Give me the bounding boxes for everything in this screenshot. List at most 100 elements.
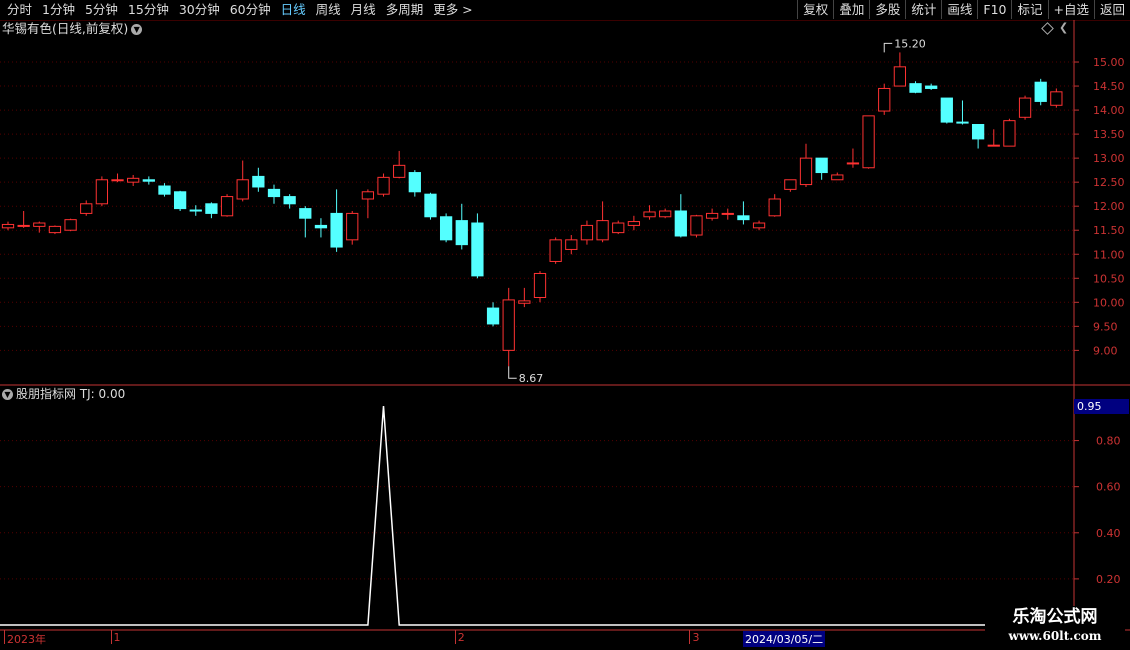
price-tick-label: 13.00 (1093, 152, 1125, 165)
candle-body-up (236, 179, 249, 200)
candle-body-down (815, 157, 828, 174)
indicator-title: ▼ 股朋指标网 TJ: 0.00 (2, 386, 125, 402)
price-tick-label: 12.50 (1093, 176, 1125, 189)
candle-body-up (64, 219, 77, 231)
candle-body-up (502, 299, 515, 351)
candle-body-down (189, 209, 202, 212)
price-tick-label: 12.00 (1093, 200, 1125, 213)
price-tick-label: 14.50 (1093, 80, 1125, 93)
candle-body-down (971, 124, 985, 140)
date-axis: 2024/03/05/二 2023年 1 2 3 (0, 630, 1130, 650)
indicator-tick-label: 0.80 (1096, 435, 1121, 448)
candle-body-up (33, 222, 46, 227)
price-tick-label: 14.00 (1093, 104, 1125, 117)
candle-body-up (346, 212, 359, 241)
watermark-line1: 乐淘公式网 (1012, 607, 1098, 627)
candle-body-up (659, 210, 672, 218)
date-axis-label: 1 (113, 631, 121, 644)
indicator-tick-label: 0.40 (1096, 527, 1121, 540)
date-axis-label: 2 (457, 631, 465, 644)
price-tick-label: 10.00 (1093, 296, 1125, 309)
candle-body-down (737, 215, 750, 221)
candle-body-up (533, 272, 547, 299)
date-axis-label: 2023年 (7, 633, 46, 646)
candle-body-up (831, 174, 844, 181)
candle-body-down (455, 220, 468, 246)
indicator-line (0, 405, 1057, 626)
candle-body-up (878, 87, 891, 112)
date-axis-tick (4, 630, 5, 644)
candle-body-down (205, 203, 218, 214)
candle-body-down (909, 83, 922, 93)
candle-body-down (940, 97, 953, 123)
price-tick-label: 10.50 (1093, 272, 1125, 285)
indicator-current-value: 0.95 (1074, 399, 1129, 414)
candle-body-down (314, 224, 328, 229)
candle-body-down (408, 172, 421, 193)
candle-body-up (768, 198, 781, 217)
candle-body-up (95, 179, 109, 205)
candle-body-up (799, 157, 813, 186)
candle-body-up (565, 239, 578, 250)
price-tick-label: 11.00 (1093, 248, 1125, 261)
indicator-title-text: 股朋指标网 TJ: 0.00 (16, 387, 126, 401)
candle-body-down (299, 208, 312, 219)
cursor-date: 2024/03/05/二 (743, 631, 826, 647)
candle-body-up (690, 215, 703, 236)
date-axis-tick (689, 630, 691, 644)
candle-body-up (1003, 120, 1016, 147)
candlestick-chart[interactable]: 15.00 14.50 14.00 13.50 13.00 12.50 12.00 11.50… (0, 0, 1130, 650)
price-annotation-label: 15.20 (894, 37, 926, 50)
price-tick-label: 13.50 (1093, 128, 1125, 141)
candle-body-up (752, 222, 766, 229)
candle-body-up (846, 162, 860, 165)
price-annotation-arrow (883, 42, 893, 53)
candle-body-up (549, 239, 562, 262)
candle-body-up (893, 66, 907, 87)
candle-body-down (1034, 81, 1047, 102)
date-axis-tick (110, 630, 112, 644)
candle-body-up (361, 191, 375, 200)
candle-body-up (127, 177, 140, 183)
candle-body-up (377, 176, 390, 195)
candle-body-down (252, 175, 265, 188)
candle-body-up (393, 164, 406, 178)
candle-body-up (1050, 91, 1063, 106)
price-annotation-arrow (508, 366, 517, 379)
candle-body-down (439, 216, 453, 241)
candle-body-up (48, 225, 62, 234)
candle-body-down (486, 307, 500, 325)
candle-body-up (596, 220, 609, 241)
indicator-tick-label: 0.60 (1096, 481, 1121, 494)
candle-body-down (267, 188, 281, 198)
candle-body-down (283, 196, 296, 205)
indicator-tick-label: 0.20 (1096, 573, 1121, 586)
candle-body-down (424, 193, 437, 218)
date-axis-tick (454, 630, 456, 644)
candle-body-down (956, 121, 969, 124)
candle-body-up (627, 221, 641, 226)
candle-body-up (1, 223, 15, 229)
candle-body-up (612, 222, 625, 234)
candle-body-up (987, 144, 1000, 147)
price-tick-label: 9.00 (1093, 344, 1118, 357)
candle-body-up (518, 300, 531, 304)
candle-body-up (111, 179, 124, 182)
candle-body-up (784, 179, 797, 190)
date-axis-label: 3 (692, 631, 700, 644)
chevron-down-icon[interactable]: ▼ (2, 389, 13, 400)
candle-body-down (330, 212, 343, 248)
candle-body-up (862, 115, 875, 169)
candle-body-up (643, 211, 656, 218)
watermark-line2: www.60lt.com (1008, 629, 1102, 643)
candle-body-down (925, 85, 938, 89)
candle-body-up (1018, 97, 1032, 118)
candle-body-down (471, 222, 484, 277)
candle-body-up (721, 212, 734, 215)
price-tick-label: 11.50 (1093, 224, 1125, 237)
price-tick-label: 15.00 (1093, 56, 1125, 69)
candle-body-down (158, 185, 171, 195)
candle-body-down (142, 179, 155, 182)
watermark: 乐淘公式网 www.60lt.com (985, 606, 1125, 646)
candle-body-down (674, 210, 687, 237)
